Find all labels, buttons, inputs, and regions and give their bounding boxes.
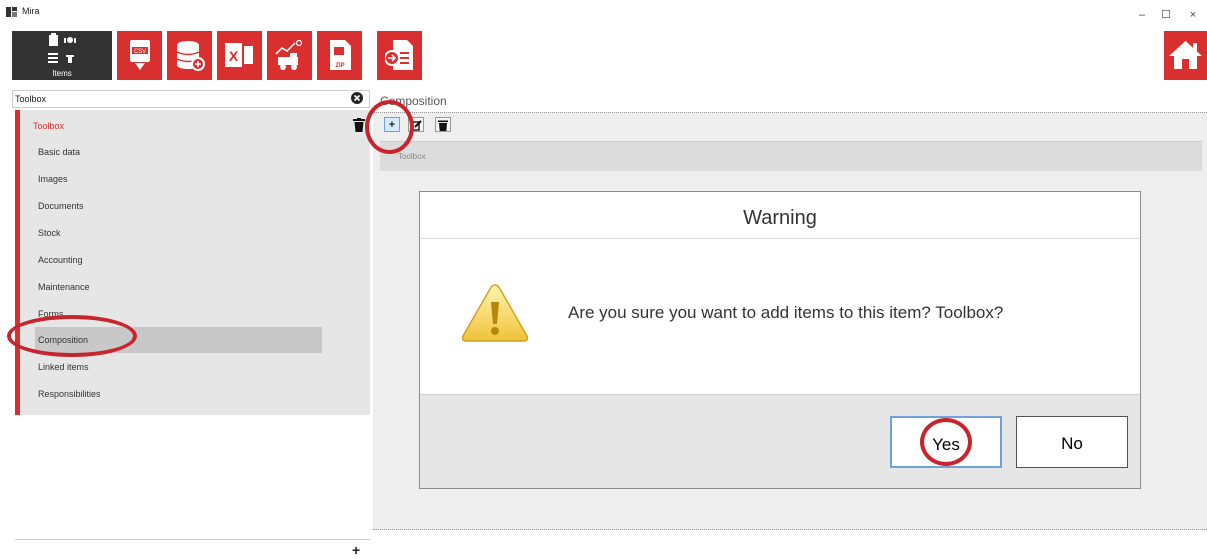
tow-truck-button[interactable] xyxy=(267,31,312,80)
nav-item-forms[interactable]: Forms xyxy=(38,301,318,327)
composition-list-header xyxy=(380,141,1202,171)
items-button[interactable]: Items xyxy=(12,31,112,80)
nav-item-composition[interactable]: Composition xyxy=(38,327,318,353)
zip-icon: ZIP xyxy=(330,40,351,70)
add-item-button[interactable]: + xyxy=(352,542,360,558)
yes-button[interactable]: Yes xyxy=(890,416,1002,468)
nav-item-responsibilities[interactable]: Responsibilities xyxy=(38,381,318,407)
app-icon xyxy=(6,6,18,18)
panel-accent-bar xyxy=(15,110,20,415)
delete-item-button[interactable] xyxy=(353,118,365,132)
delete-composition-button[interactable] xyxy=(435,117,451,132)
items-label: Items xyxy=(52,69,72,78)
import-document-button[interactable] xyxy=(377,31,422,80)
dialog-message: Are you sure you want to add items to th… xyxy=(568,303,1004,322)
items-icon xyxy=(48,33,76,63)
nav-item-stock[interactable]: Stock xyxy=(38,220,318,246)
csv-export-button[interactable]: CSV xyxy=(117,31,162,80)
nav-item-documents[interactable]: Documents xyxy=(38,193,318,219)
zip-icon-text: ZIP xyxy=(335,63,344,69)
no-button[interactable]: No xyxy=(1016,416,1128,468)
zip-button[interactable]: ZIP xyxy=(317,31,362,80)
trash-icon xyxy=(353,118,365,132)
edit-composition-button[interactable] xyxy=(408,117,424,132)
edit-icon xyxy=(409,120,422,131)
csv-icon-text: CSV xyxy=(134,49,146,55)
warning-icon xyxy=(460,282,530,344)
close-circle-icon xyxy=(351,92,363,104)
add-composition-button[interactable]: + xyxy=(384,117,400,132)
excel-button[interactable]: X xyxy=(217,31,262,80)
home-button[interactable] xyxy=(1164,31,1207,80)
search-box xyxy=(12,90,370,108)
clear-search-button[interactable] xyxy=(350,91,364,105)
nav-item-basic-data[interactable]: Basic data xyxy=(38,139,318,165)
nav-item-linked-items[interactable]: Linked items xyxy=(38,354,318,380)
search-input[interactable] xyxy=(15,92,345,106)
nav-item-images[interactable]: Images xyxy=(38,166,318,192)
truck-chart-icon xyxy=(275,40,303,70)
nav-item-maintenance[interactable]: Maintenance xyxy=(38,274,318,300)
trash-icon xyxy=(438,120,448,131)
excel-icon-text: X xyxy=(229,48,239,64)
composition-list-item[interactable]: Toolbox xyxy=(398,152,426,161)
excel-icon: X xyxy=(225,43,253,67)
minimize-button[interactable]: – xyxy=(1131,2,1153,28)
left-bottom-bar xyxy=(15,539,370,559)
csv-icon: CSV xyxy=(130,40,150,70)
dialog-title: Warning xyxy=(420,192,1140,239)
nav-item-accounting[interactable]: Accounting xyxy=(38,247,318,273)
home-icon xyxy=(1169,41,1202,69)
close-button[interactable]: × xyxy=(1182,2,1204,28)
composition-title: Composition xyxy=(380,94,447,108)
maximize-button[interactable]: ☐ xyxy=(1155,2,1177,28)
database-add-button[interactable] xyxy=(167,31,212,80)
window-title: Mira xyxy=(22,6,40,16)
database-icon xyxy=(176,41,205,71)
title-bar xyxy=(0,0,1207,30)
nav-item-header[interactable]: Toolbox xyxy=(33,113,313,139)
import-document-icon xyxy=(385,40,413,70)
